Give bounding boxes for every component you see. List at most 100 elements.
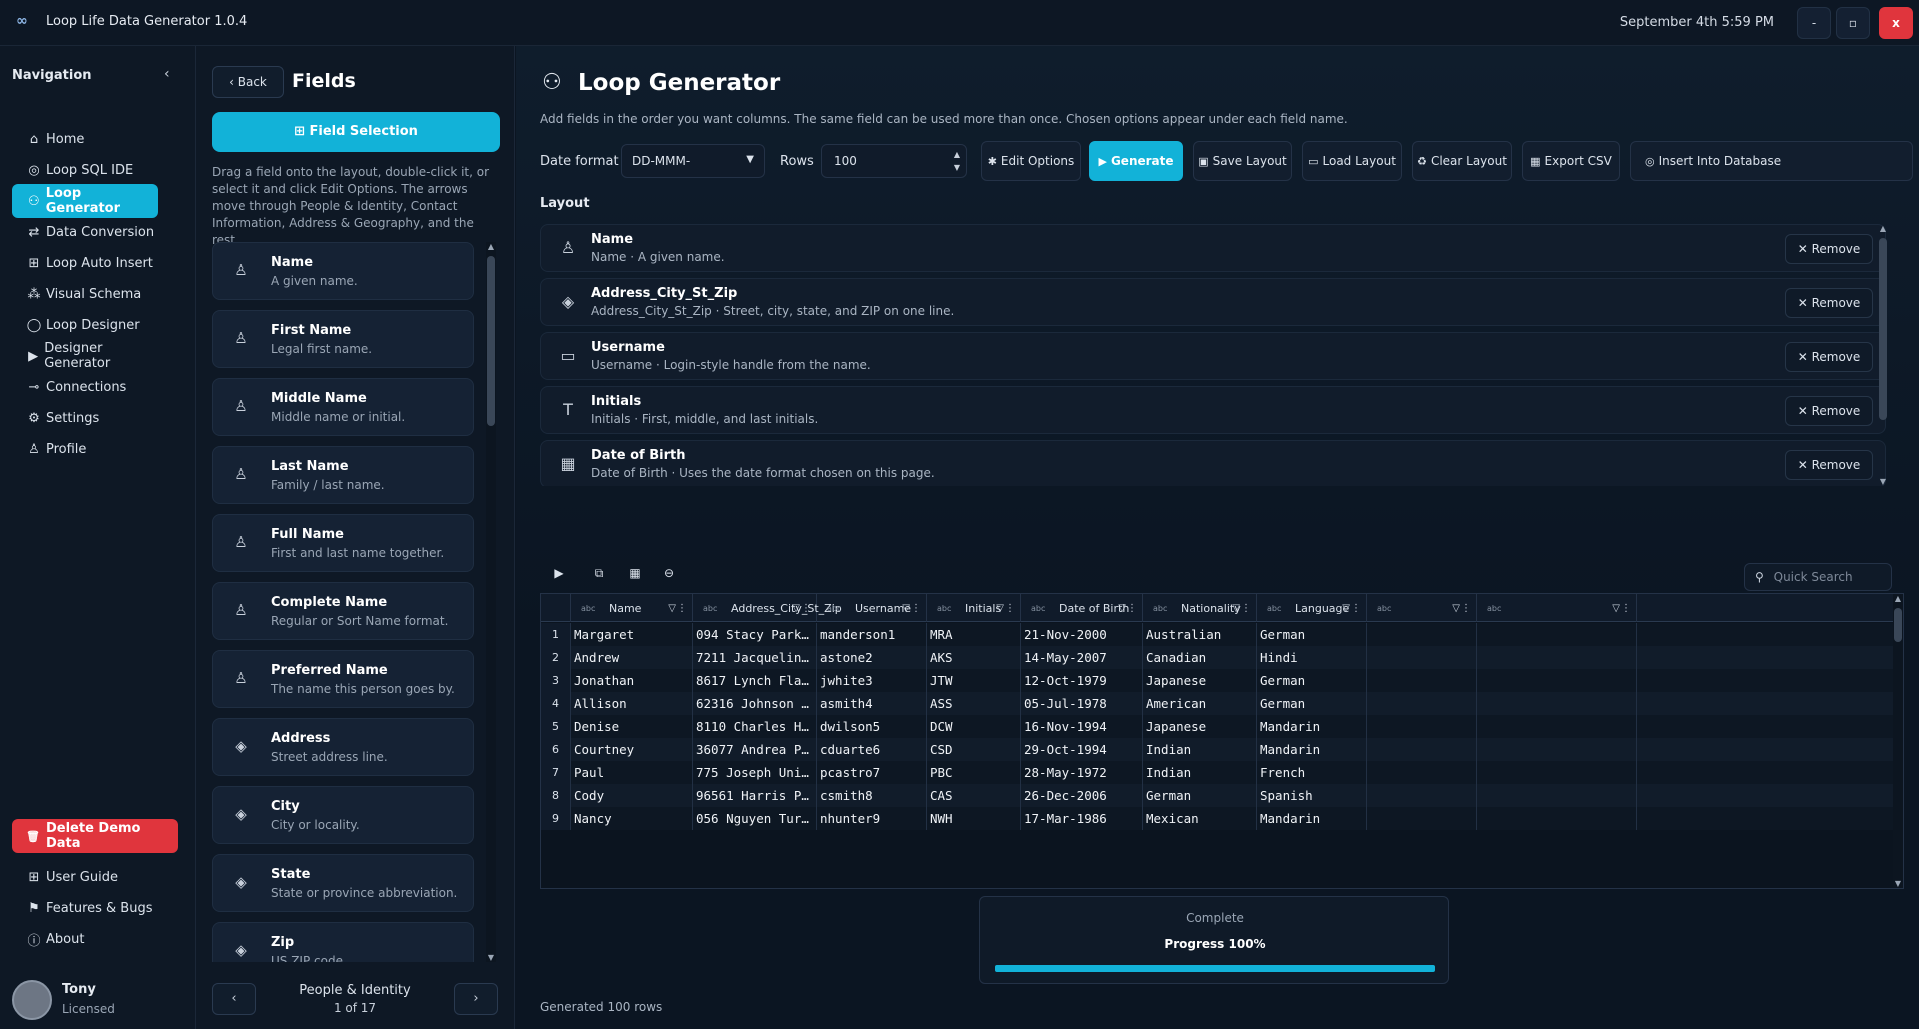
rows-stepper[interactable]: ▲ ▼ — [954, 148, 960, 174]
table-cell[interactable] — [1367, 715, 1477, 738]
export-csv-button[interactable]: ▦ Export CSV — [1522, 141, 1620, 181]
pager-prev-button[interactable]: ‹ — [212, 983, 256, 1015]
column-header[interactable]: abc Date of Birth ▽ ⋮ — [1021, 594, 1143, 622]
field-card[interactable]: ◈ Zip US ZIP code. — [212, 922, 474, 962]
rows-input[interactable]: 100 ▲ ▼ — [821, 144, 967, 178]
save-layout-button[interactable]: ▣ Save Layout — [1193, 141, 1292, 181]
layout-item[interactable]: ▦ Date of Birth Date of Birth · Uses the d… — [540, 440, 1886, 486]
table-row[interactable]: 7Paul775 Joseph Union Apt.…pcastro7PBC28… — [541, 761, 1895, 784]
table-cell[interactable]: Paul — [571, 761, 693, 784]
minimize-button[interactable]: - — [1797, 7, 1831, 39]
table-cell[interactable]: Spanish — [1257, 784, 1367, 807]
filter-icon[interactable]: ▽ — [1118, 603, 1126, 614]
table-cell[interactable]: Margaret — [571, 623, 693, 646]
table-cell[interactable]: Indian — [1143, 738, 1257, 761]
table-cell[interactable]: csmith8 — [817, 784, 927, 807]
scroll-up-icon[interactable]: ▲ — [1878, 224, 1888, 233]
database-icon[interactable]: ⊖ — [658, 566, 680, 580]
table-cell[interactable]: manderson1 — [817, 623, 927, 646]
table-cell[interactable]: 16-Nov-1994 — [1021, 715, 1143, 738]
table-cell[interactable] — [1477, 738, 1637, 761]
table-cell[interactable]: Mandarin — [1257, 738, 1367, 761]
column-header[interactable]: abc ▽ ⋮ — [1367, 594, 1477, 622]
remove-button[interactable]: ✕ Remove — [1785, 342, 1873, 372]
scroll-down-icon[interactable]: ▼ — [1893, 879, 1903, 888]
sidebar-item-home[interactable]: ⌂ Home — [12, 122, 158, 156]
table-cell[interactable]: French — [1257, 761, 1367, 784]
filter-icon[interactable]: ▽ — [792, 603, 800, 614]
field-card[interactable]: ◈ State State or province abbreviation. — [212, 854, 474, 912]
table-cell[interactable] — [1367, 669, 1477, 692]
table-cell[interactable]: 8617 Lynch Flats, Cen… — [693, 669, 817, 692]
table-row[interactable]: 5Denise8110 Charles Heights,…dwilson5DCW… — [541, 715, 1895, 738]
column-menu-icon[interactable]: ⋮ — [911, 603, 921, 614]
table-cell[interactable]: German — [1257, 692, 1367, 715]
table-cell[interactable]: 62316 Johnson Place S… — [693, 692, 817, 715]
column-header[interactable]: abc Nationality ▽ ⋮ — [1143, 594, 1257, 622]
table-cell[interactable]: 8110 Charles Heights,… — [693, 715, 817, 738]
table-cell[interactable]: 26-Dec-2006 — [1021, 784, 1143, 807]
column-menu-icon[interactable]: ⋮ — [677, 603, 687, 614]
table-cell[interactable]: Mexican — [1143, 807, 1257, 830]
table-cell[interactable]: Allison — [571, 692, 693, 715]
table-cell[interactable]: 14-May-2007 — [1021, 646, 1143, 669]
load-layout-button[interactable]: ▭ Load Layout — [1302, 141, 1402, 181]
table-cell[interactable]: Canadian — [1143, 646, 1257, 669]
table-cell[interactable]: 12-Oct-1979 — [1021, 669, 1143, 692]
sidebar-item-settings[interactable]: ⚙ Settings — [12, 401, 158, 435]
table-cell[interactable]: Indian — [1143, 761, 1257, 784]
quick-search-input[interactable]: ⚲ Quick Search — [1744, 563, 1892, 591]
table-cell[interactable]: Jonathan — [571, 669, 693, 692]
sidebar-item-visual-schema[interactable]: ⁂ Visual Schema — [12, 277, 158, 311]
table-cell[interactable]: Japanese — [1143, 715, 1257, 738]
filter-icon[interactable]: ▽ — [1232, 603, 1240, 614]
table-cell[interactable]: CSD — [927, 738, 1021, 761]
table-cell[interactable]: DCW — [927, 715, 1021, 738]
table-row[interactable]: 8Cody96561 Harris Ports, R…csmith8CAS26-… — [541, 784, 1895, 807]
table-cell[interactable]: 17-Mar-1986 — [1021, 807, 1143, 830]
table-cell[interactable]: 05-Jul-1978 — [1021, 692, 1143, 715]
close-button[interactable]: x — [1879, 7, 1913, 39]
column-header[interactable]: abc ▽ ⋮ — [1477, 594, 1637, 622]
table-cell[interactable] — [1367, 692, 1477, 715]
field-selection-button[interactable]: ⊞ Field Selection — [212, 112, 500, 152]
table-cell[interactable]: 056 Nguyen Turnpike, … — [693, 807, 817, 830]
field-card[interactable]: ♙ Complete Name Regular or Sort Name forma… — [212, 582, 474, 640]
scrollbar-thumb[interactable] — [1879, 238, 1887, 420]
table-cell[interactable]: 28-May-1972 — [1021, 761, 1143, 784]
insert-into-database-button[interactable]: ◎ Insert Into Database — [1630, 141, 1913, 181]
scrollbar-thumb[interactable] — [487, 256, 495, 426]
table-cell[interactable]: CAS — [927, 784, 1021, 807]
field-card[interactable]: ♙ First Name Legal first name. — [212, 310, 474, 368]
filter-icon[interactable]: ▽ — [1342, 603, 1350, 614]
scroll-down-icon[interactable]: ▼ — [486, 953, 496, 962]
table-cell[interactable]: JTW — [927, 669, 1021, 692]
table-cell[interactable]: nhunter9 — [817, 807, 927, 830]
scrollbar-thumb[interactable] — [1894, 608, 1902, 642]
sidebar-item-features-bugs[interactable]: ⚑ Features & Bugs — [12, 891, 158, 925]
sidebar-item-loop-sql-ide[interactable]: ◎ Loop SQL IDE — [12, 153, 158, 187]
table-cell[interactable]: Cody — [571, 784, 693, 807]
table-cell[interactable]: jwhite3 — [817, 669, 927, 692]
table-cell[interactable] — [1367, 761, 1477, 784]
sidebar-item-loop-auto-insert[interactable]: ⊞ Loop Auto Insert — [12, 246, 158, 280]
table-cell[interactable] — [1367, 623, 1477, 646]
table-cell[interactable]: 29-Oct-1994 — [1021, 738, 1143, 761]
table-cell[interactable]: cduarte6 — [817, 738, 927, 761]
table-cell[interactable] — [1477, 761, 1637, 784]
table-cell[interactable]: Mandarin — [1257, 715, 1367, 738]
field-card[interactable]: ♙ Middle Name Middle name or initial. — [212, 378, 474, 436]
remove-button[interactable]: ✕ Remove — [1785, 450, 1873, 480]
field-list-scrollbar[interactable]: ▲ ▼ — [486, 242, 496, 962]
table-row[interactable]: 3Jonathan8617 Lynch Flats, Cen…jwhite3JT… — [541, 669, 1895, 692]
table-cell[interactable]: 21-Nov-2000 — [1021, 623, 1143, 646]
filter-icon[interactable]: ▽ — [902, 603, 910, 614]
table-cell[interactable]: Denise — [571, 715, 693, 738]
table-cell[interactable]: asmith4 — [817, 692, 927, 715]
table-cell[interactable]: Andrew — [571, 646, 693, 669]
filter-icon[interactable]: ▽ — [996, 603, 1004, 614]
delete-demo-data-button[interactable]: 🗑 Delete Demo Data — [12, 819, 178, 853]
field-card[interactable]: ♙ Name A given name. — [212, 242, 474, 300]
sidebar-item-designer-generator[interactable]: ▶ Designer Generator — [12, 339, 158, 373]
layout-item[interactable]: T Initials Initials · First, middle, and l… — [540, 386, 1886, 434]
